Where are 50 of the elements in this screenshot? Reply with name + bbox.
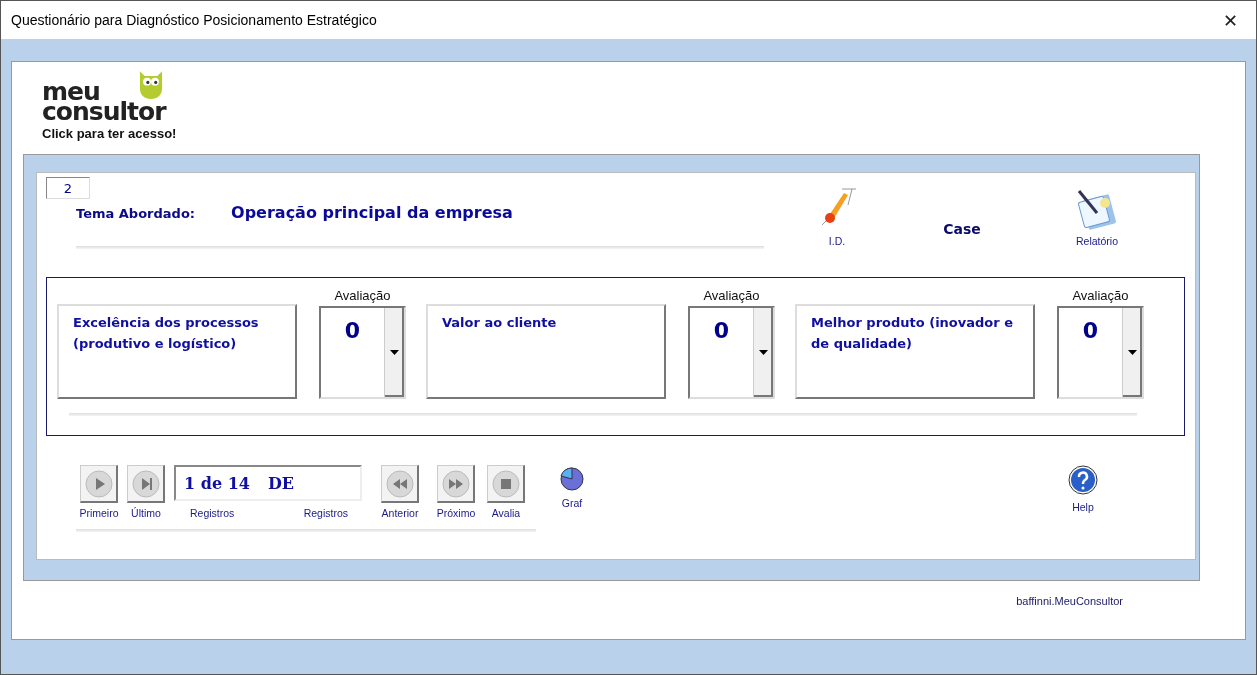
rating-label: Avaliação	[703, 288, 760, 303]
help-button[interactable]: Help	[1068, 465, 1098, 513]
topic-value: Operação principal da empresa	[231, 203, 513, 222]
rating-dropdown[interactable]: 0	[1057, 306, 1144, 399]
rating-dropdown[interactable]: 0	[688, 306, 775, 399]
records-label: Registros	[303, 507, 348, 519]
id-button[interactable]: I.D.	[802, 185, 872, 247]
next-label: Próximo	[436, 507, 476, 519]
notepad-with-pen-icon	[1075, 189, 1119, 231]
next-button[interactable]	[437, 465, 475, 503]
criterion-description: Melhor produto (inovador e de qualidade)	[795, 304, 1035, 399]
caret-icon	[759, 350, 768, 355]
criterion-description: Excelência dos processos (produtivo e logístico)	[57, 304, 297, 399]
rating-dropdown[interactable]: 0	[319, 306, 406, 399]
caret-icon	[1128, 350, 1137, 355]
previous-label: Anterior	[381, 507, 419, 519]
help-icon	[1068, 465, 1098, 495]
window-title: Questionário para Diagnóstico Posicionamento Estratégico	[11, 12, 377, 28]
topic-label: Tema Abordado:	[76, 206, 196, 221]
dropdown-button[interactable]	[1122, 308, 1142, 397]
play-icon	[84, 469, 113, 498]
logo-text[interactable]: meu	[42, 82, 100, 102]
last-label: Último	[131, 507, 161, 519]
skip-end-icon	[131, 469, 160, 498]
rating-label: Avaliação	[1072, 288, 1129, 303]
dropdown-button[interactable]	[753, 308, 773, 397]
caret-icon	[390, 350, 399, 355]
previous-button[interactable]	[381, 465, 419, 503]
first-label: Primeiro	[79, 507, 119, 519]
case-label: Case	[942, 221, 982, 237]
last-button[interactable]	[127, 465, 165, 503]
evaluate-label: Avalia	[491, 507, 521, 519]
dropdown-button[interactable]	[384, 308, 404, 397]
first-button[interactable]	[80, 465, 118, 503]
report-button[interactable]: Relatório	[1052, 189, 1142, 247]
close-button[interactable]: ✕	[1212, 5, 1248, 35]
footer-credit: baffinni.MeuConsultor	[1016, 595, 1123, 607]
stop-icon	[491, 469, 520, 498]
records-label: Registros	[190, 507, 235, 519]
criterion-description: Valor ao cliente	[426, 304, 666, 399]
rating-label: Avaliação	[334, 288, 391, 303]
logo-text[interactable]: consultor	[42, 102, 166, 122]
record-id-field[interactable]: 2	[46, 177, 90, 199]
evaluate-button[interactable]	[487, 465, 525, 503]
chart-button[interactable]: Graf	[558, 465, 586, 513]
pie-chart-icon	[558, 465, 586, 491]
logo-caption[interactable]: Click para ter acesso!	[42, 126, 1235, 141]
record-position-field[interactable]: 1 de 14 DE	[174, 465, 362, 501]
rewind-icon	[385, 469, 414, 498]
fast-forward-icon	[441, 469, 470, 498]
